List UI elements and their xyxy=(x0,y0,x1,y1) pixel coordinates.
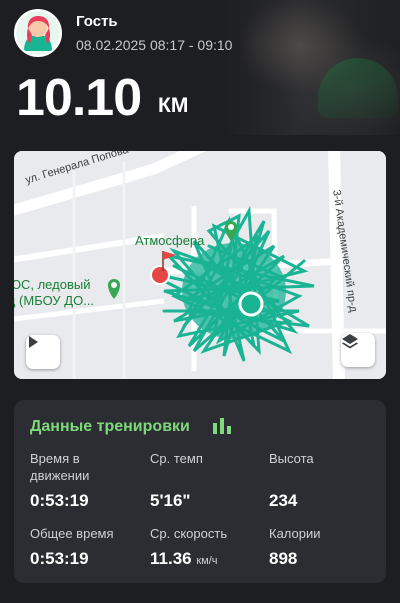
stat-label-avg-speed: Ср. скорость xyxy=(150,526,228,541)
stats-title: Данные тренировки xyxy=(30,418,190,435)
layers-button[interactable] xyxy=(341,333,375,367)
stat-label-avg-pace: Ср. темп xyxy=(150,451,203,466)
poi-label-ice[interactable]: ЮС, ледовый xyxy=(14,277,90,292)
poi-label-atmosfera[interactable]: Атмосфера xyxy=(135,233,204,248)
route-map[interactable]: ул. Генерала Попова 3-й Академический пр… xyxy=(14,151,386,379)
distance-value: 10.10 xyxy=(16,69,142,127)
stat-value-moving-time: 0:53:19 xyxy=(30,491,89,510)
session-time: 08.02.2025 08:17 - 09:10 xyxy=(76,37,233,53)
stat-label-altitude: Высота xyxy=(269,451,314,466)
avatar[interactable] xyxy=(14,9,62,57)
end-point-icon xyxy=(238,291,264,317)
play-button[interactable] xyxy=(26,335,60,369)
avg-speed-unit: км/ч xyxy=(196,555,218,567)
avg-speed-number: 11.36 xyxy=(150,549,192,568)
stat-label-calories: Калории xyxy=(269,526,321,541)
start-point-icon xyxy=(150,265,170,285)
bar-chart-icon xyxy=(213,418,231,434)
stat-value-altitude: 234 xyxy=(269,491,298,510)
workout-stats-card: Данные тренировки Время в движении 0:53:… xyxy=(14,400,386,583)
athlete-shoulder-graphic xyxy=(318,58,398,118)
user-name: Гость xyxy=(76,13,118,30)
stat-value-avg-pace: 5'16" xyxy=(150,491,191,510)
poi-label-school[interactable]: ц (МБОУ ДО... xyxy=(14,293,94,308)
route-density xyxy=(182,243,286,339)
stat-value-total-time: 0:53:19 xyxy=(30,549,89,568)
user-avatar-icon xyxy=(16,11,60,55)
stat-value-avg-speed: 11.36 км/ч xyxy=(150,549,218,569)
stat-label-total-time: Общее время xyxy=(30,526,114,541)
play-icon xyxy=(29,336,38,348)
stat-label-moving-time: Время в движении xyxy=(30,451,90,483)
stat-value-calories: 898 xyxy=(269,549,298,568)
distance-unit: КМ xyxy=(158,94,189,117)
layers-icon xyxy=(342,334,358,349)
map-canvas xyxy=(14,151,386,379)
